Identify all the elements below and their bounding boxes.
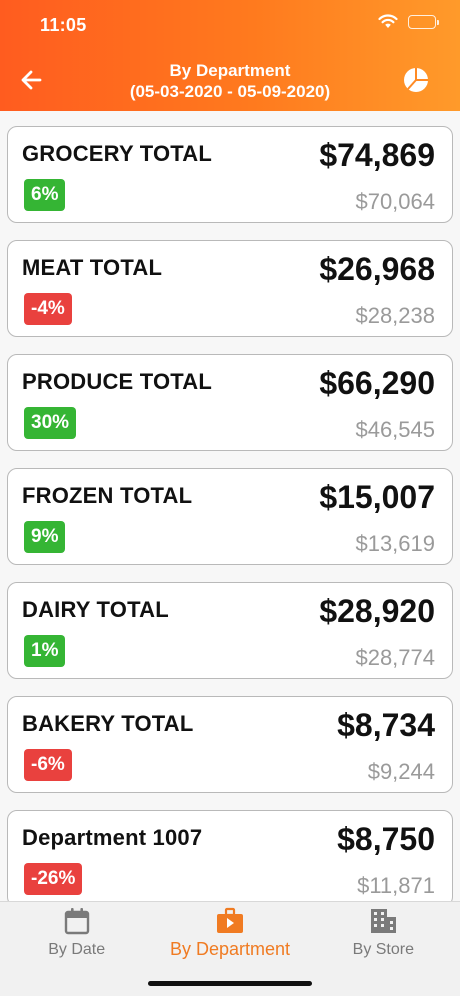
department-name: MEAT TOTAL — [22, 255, 163, 280]
department-card-dairy[interactable]: DAIRY TOTAL $28,920 1% $28,774 — [7, 582, 453, 679]
chart-view-button[interactable] — [402, 66, 430, 94]
previous-total: $13,619 — [355, 531, 435, 556]
department-card-grocery[interactable]: GROCERY TOTAL $74,869 6% $70,064 — [7, 126, 453, 223]
department-total: $66,290 — [319, 365, 435, 401]
tab-label: By Department — [169, 939, 291, 959]
previous-total: $9,244 — [367, 759, 435, 784]
department-card-meat[interactable]: MEAT TOTAL $26,968 -4% $28,238 — [7, 240, 453, 337]
previous-total: $28,238 — [355, 303, 435, 328]
battery-icon — [408, 14, 439, 29]
calendar-icon — [64, 908, 89, 935]
change-badge: -4% — [24, 293, 72, 325]
department-total: $28,920 — [319, 593, 435, 629]
change-badge: -26% — [24, 863, 83, 895]
status-icons — [378, 14, 439, 29]
pie-chart-icon — [404, 68, 428, 92]
department-total: $26,968 — [319, 251, 435, 287]
department-total: $8,734 — [337, 707, 435, 743]
date-range: (05-03-2020 - 05-09-2020) — [129, 82, 331, 101]
wifi-icon — [378, 14, 398, 29]
department-name: BAKERY TOTAL — [22, 711, 194, 736]
department-name: Department 1007 — [22, 825, 203, 850]
department-card-1007[interactable]: Department 1007 $8,750 -26% $11,871 — [7, 810, 453, 901]
department-name: PRODUCE TOTAL — [22, 369, 213, 394]
department-card-bakery[interactable]: BAKERY TOTAL $8,734 -6% $9,244 — [7, 696, 453, 793]
department-name: GROCERY TOTAL — [22, 141, 213, 166]
back-button[interactable] — [18, 66, 46, 94]
previous-total: $70,064 — [355, 189, 435, 214]
change-badge: -6% — [24, 749, 72, 781]
app-header: 11:05 By Department (05-03-2020 - 05-09-… — [0, 0, 460, 111]
previous-total: $11,871 — [357, 873, 435, 898]
department-name: FROZEN TOTAL — [22, 483, 193, 508]
tab-by-store[interactable]: By Store — [307, 902, 460, 996]
change-badge: 9% — [24, 521, 66, 553]
department-total: $74,869 — [319, 137, 435, 173]
status-time: 11:05 — [40, 15, 87, 35]
change-badge: 1% — [24, 635, 66, 667]
page-title-text: By Department — [169, 61, 291, 80]
change-badge: 6% — [24, 179, 66, 211]
department-card-produce[interactable]: PRODUCE TOTAL $66,290 30% $46,545 — [7, 354, 453, 451]
tab-by-date[interactable]: By Date — [0, 902, 153, 996]
department-total: $8,750 — [337, 821, 435, 857]
previous-total: $28,774 — [355, 645, 435, 670]
home-indicator — [148, 981, 312, 986]
department-list[interactable]: GROCERY TOTAL $74,869 6% $70,064 MEAT TO… — [0, 111, 460, 901]
page-title: By Department (05-03-2020 - 05-09-2020) — [90, 60, 370, 102]
previous-total: $46,545 — [355, 417, 435, 442]
arrow-left-icon — [21, 70, 42, 90]
tab-label: By Store — [352, 941, 414, 958]
department-total: $15,007 — [319, 479, 435, 515]
department-card-frozen[interactable]: FROZEN TOTAL $15,007 9% $13,619 — [7, 468, 453, 565]
department-name: DAIRY TOTAL — [22, 597, 169, 622]
tab-label: By Date — [48, 941, 106, 958]
building-icon — [371, 909, 397, 933]
briefcase-icon — [216, 907, 243, 933]
change-badge: 30% — [24, 407, 77, 439]
